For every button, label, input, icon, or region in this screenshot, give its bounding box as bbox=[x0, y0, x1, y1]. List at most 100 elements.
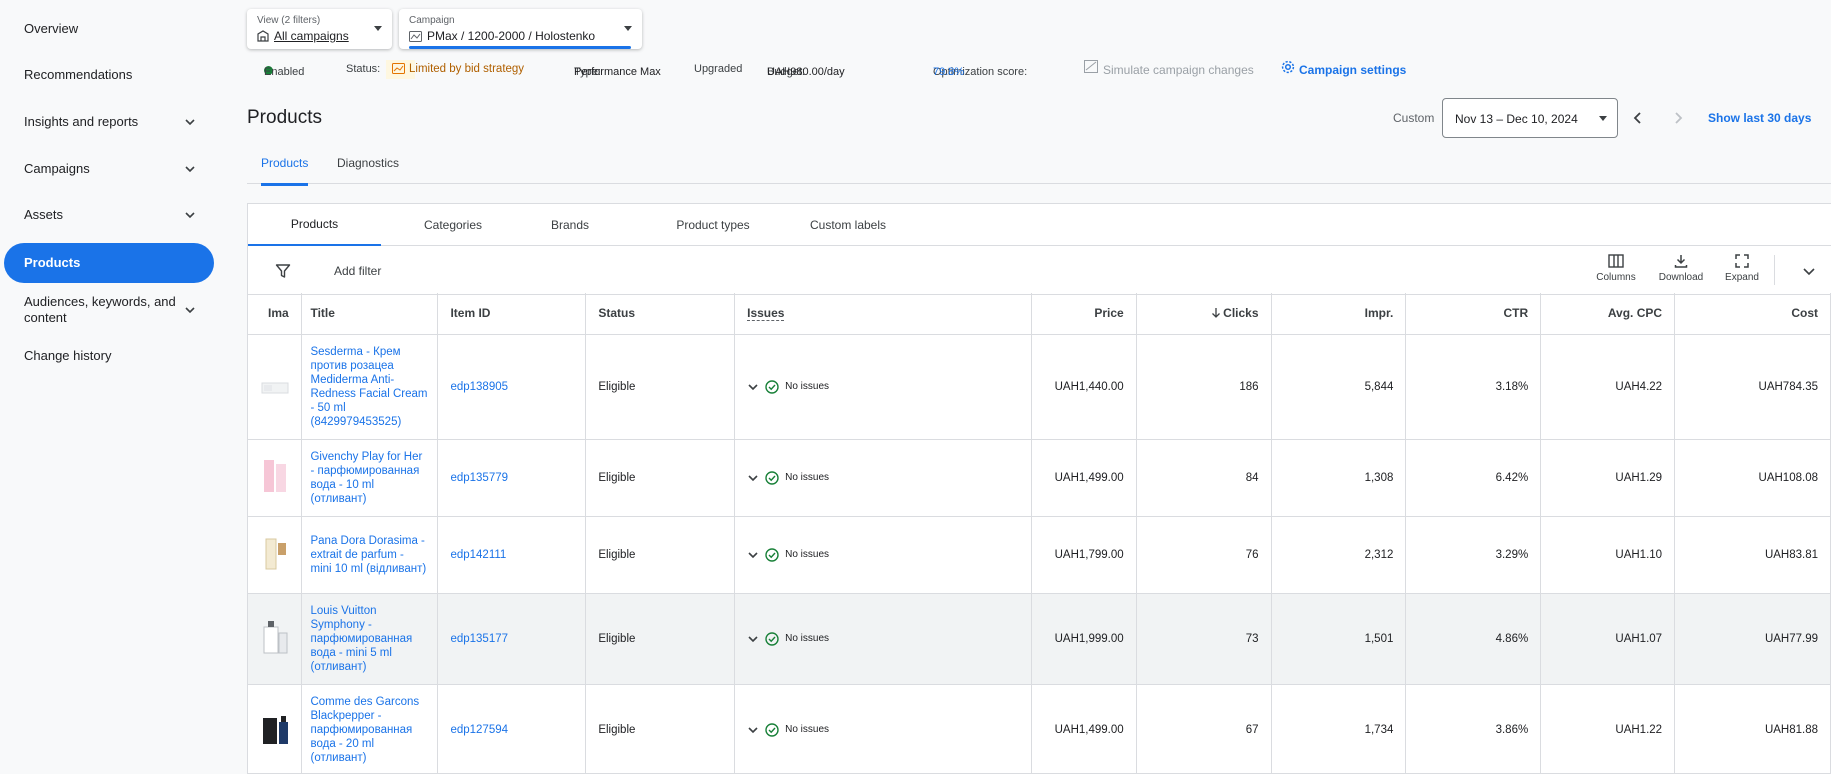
show-last-30-days-link[interactable]: Show last 30 days bbox=[1708, 111, 1811, 125]
chart-warning-icon bbox=[392, 63, 405, 74]
status-cell: Eligible bbox=[585, 334, 736, 440]
sidebar-item-change-history[interactable]: Change history bbox=[4, 341, 214, 371]
table-row: Sesderma - Крем против розацеа Mediderma… bbox=[248, 334, 1831, 440]
tab-products[interactable]: Products bbox=[261, 156, 309, 186]
avg-cpc-cell: UAH4.22 bbox=[1540, 334, 1676, 440]
view-selector[interactable]: View (2 filters) All campaigns bbox=[247, 9, 392, 49]
sidebar-item-products[interactable]: Products bbox=[4, 243, 214, 283]
subtab-custom-labels[interactable]: Custom labels bbox=[788, 204, 908, 246]
sidebar-item-overview[interactable]: Overview bbox=[4, 14, 214, 44]
simulate-button[interactable]: Simulate campaign changes bbox=[1084, 60, 1254, 77]
sidebar-item-label: Insights and reports bbox=[24, 114, 139, 129]
product-title-link[interactable]: Louis Vuitton Symphony - парфюмированная… bbox=[301, 593, 439, 685]
chevron-down-icon bbox=[374, 26, 382, 31]
expand-button[interactable]: Expand bbox=[1712, 254, 1772, 283]
previous-period-icon[interactable] bbox=[1630, 110, 1646, 126]
subtab-product-types[interactable]: Product types bbox=[648, 204, 778, 246]
download-button[interactable]: Download bbox=[1651, 254, 1711, 283]
chevron-down-icon bbox=[624, 26, 632, 31]
item-id-link[interactable]: edp142111 bbox=[437, 516, 587, 594]
chevron-down-icon[interactable] bbox=[747, 549, 759, 561]
cost-cell: UAH81.88 bbox=[1674, 684, 1831, 774]
page-title: Products bbox=[247, 107, 322, 128]
columns-button[interactable]: Columns bbox=[1586, 254, 1646, 283]
column-header-status[interactable]: Status bbox=[585, 293, 736, 335]
date-range-picker[interactable]: Nov 13 – Dec 10, 2024 bbox=[1442, 98, 1618, 138]
column-header-issues[interactable]: Issues bbox=[734, 293, 1032, 335]
chevron-down-icon[interactable] bbox=[1802, 264, 1816, 278]
product-title-link[interactable]: Givenchy Play for Her - парфюмированная … bbox=[301, 439, 439, 517]
impr-cell: 1,308 bbox=[1271, 439, 1407, 517]
tab-diagnostics[interactable]: Diagnostics bbox=[337, 156, 399, 183]
product-thumbnail bbox=[263, 621, 288, 654]
column-header-avg-cpc[interactable]: Avg. CPC bbox=[1540, 293, 1676, 335]
limited-status-badge[interactable]: Limited by bid strategy bbox=[386, 60, 524, 79]
next-period-icon[interactable] bbox=[1670, 110, 1686, 126]
status-cell: Eligible bbox=[585, 593, 736, 685]
item-id-link[interactable]: edp135779 bbox=[437, 439, 587, 517]
sidebar: Overview Recommendations Insights and re… bbox=[0, 0, 218, 774]
chevron-down-icon[interactable] bbox=[747, 724, 759, 736]
subtab-products[interactable]: Products bbox=[248, 204, 381, 246]
sidebar-item-recommendations[interactable]: Recommendations bbox=[4, 60, 214, 90]
sidebar-item-label: Campaigns bbox=[24, 161, 90, 176]
table-row: Louis Vuitton Symphony - парфюмированная… bbox=[248, 593, 1831, 685]
column-header-ctr[interactable]: CTR bbox=[1405, 293, 1542, 335]
sidebar-item-assets[interactable]: Assets bbox=[4, 200, 214, 230]
impr-cell: 5,844 bbox=[1271, 334, 1407, 440]
column-header-title[interactable]: Title bbox=[301, 293, 439, 335]
impr-cell: 2,312 bbox=[1271, 516, 1407, 594]
chevron-down-icon[interactable] bbox=[747, 472, 759, 484]
column-header-cost[interactable]: Cost bbox=[1674, 293, 1831, 335]
product-image bbox=[248, 439, 303, 517]
campaign-selector[interactable]: Campaign PMax / 1200-2000 / Holostenko bbox=[399, 9, 642, 49]
check-circle-icon bbox=[765, 379, 779, 394]
sidebar-item-label: Change history bbox=[24, 348, 112, 363]
chevron-down-icon bbox=[185, 119, 195, 126]
issues-cell: No issues bbox=[734, 334, 1032, 440]
chevron-down-icon[interactable] bbox=[747, 381, 759, 393]
sidebar-item-label: Overview bbox=[24, 21, 79, 36]
issues-cell: No issues bbox=[734, 439, 1032, 517]
column-header-clicks[interactable]: Clicks bbox=[1136, 293, 1272, 335]
product-title-link[interactable]: Pana Dora Dorasima - extrait de parfum -… bbox=[301, 516, 439, 594]
sidebar-item-label: Recommendations bbox=[24, 67, 133, 82]
item-id-link[interactable]: edp135177 bbox=[437, 593, 587, 685]
campaign-settings-link[interactable]: Campaign settings bbox=[1281, 60, 1406, 77]
chevron-down-icon bbox=[185, 212, 195, 219]
chevron-down-icon bbox=[185, 307, 195, 314]
add-filter-button[interactable]: Add filter bbox=[334, 264, 381, 278]
column-header-image[interactable]: Ima bbox=[248, 293, 303, 335]
table-row: Comme des Garcons Blackpepper - парфюмир… bbox=[248, 684, 1831, 774]
table-header-row: Ima Title Item ID Status Issues Price Cl… bbox=[248, 293, 1831, 335]
column-header-item-id[interactable]: Item ID bbox=[437, 293, 587, 335]
issues-cell: No issues bbox=[734, 593, 1032, 685]
avg-cpc-cell: UAH1.29 bbox=[1540, 439, 1676, 517]
chevron-down-icon[interactable] bbox=[747, 633, 759, 645]
item-id-link[interactable]: edp127594 bbox=[437, 684, 587, 774]
column-header-price[interactable]: Price bbox=[1031, 293, 1137, 335]
sort-descending-icon bbox=[1212, 308, 1221, 319]
price-cell: UAH1,799.00 bbox=[1031, 516, 1137, 594]
campaign-value: PMax / 1200-2000 / Holostenko bbox=[409, 29, 595, 43]
date-range-value: Nov 13 – Dec 10, 2024 bbox=[1455, 112, 1578, 126]
sidebar-item-campaigns[interactable]: Campaigns bbox=[4, 154, 214, 184]
status-cell: Eligible bbox=[585, 684, 736, 774]
product-title-link[interactable]: Comme des Garcons Blackpepper - парфюмир… bbox=[301, 684, 439, 774]
status-label: Status: bbox=[346, 63, 381, 75]
product-title-link[interactable]: Sesderma - Крем против розацеа Mediderma… bbox=[301, 334, 439, 440]
subtab-categories[interactable]: Categories bbox=[393, 204, 513, 246]
item-id-link[interactable]: edp138905 bbox=[437, 334, 587, 440]
sidebar-item-insights[interactable]: Insights and reports bbox=[4, 107, 214, 137]
avg-cpc-cell: UAH1.22 bbox=[1540, 684, 1676, 774]
pmax-icon bbox=[409, 30, 422, 42]
check-circle-icon bbox=[765, 631, 779, 646]
sidebar-item-audiences[interactable]: Audiences, keywords, and content bbox=[4, 292, 214, 328]
filter-icon[interactable] bbox=[275, 263, 291, 279]
product-thumbnail bbox=[261, 382, 289, 394]
ctr-cell: 3.86% bbox=[1405, 684, 1542, 774]
column-header-impr[interactable]: Impr. bbox=[1271, 293, 1407, 335]
products-table: Ima Title Item ID Status Issues Price Cl… bbox=[248, 293, 1831, 774]
subtab-brands[interactable]: Brands bbox=[520, 204, 620, 246]
cost-cell: UAH108.08 bbox=[1674, 439, 1831, 517]
